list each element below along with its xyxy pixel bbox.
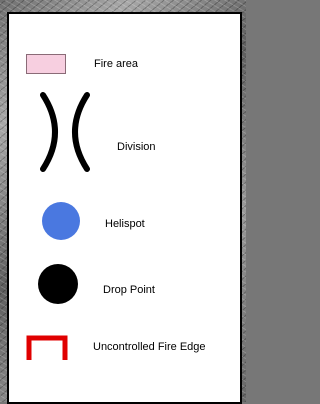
map-legend: Fire area Division Helispot Drop Point U…: [7, 12, 242, 404]
legend-label-uncontrolled-fire-edge: Uncontrolled Fire Edge: [93, 341, 206, 353]
uncontrolled-fire-edge-icon: [26, 335, 68, 360]
legend-label-helispot: Helispot: [105, 218, 145, 230]
legend-label-fire-area: Fire area: [94, 58, 139, 70]
legend-label-division: Division: [117, 141, 156, 153]
helispot-icon: [42, 202, 80, 240]
drop-point-icon: [38, 264, 78, 304]
fire-area-icon: [26, 54, 66, 74]
division-icon: [40, 92, 90, 172]
legend-label-drop-point: Drop Point: [103, 284, 155, 296]
